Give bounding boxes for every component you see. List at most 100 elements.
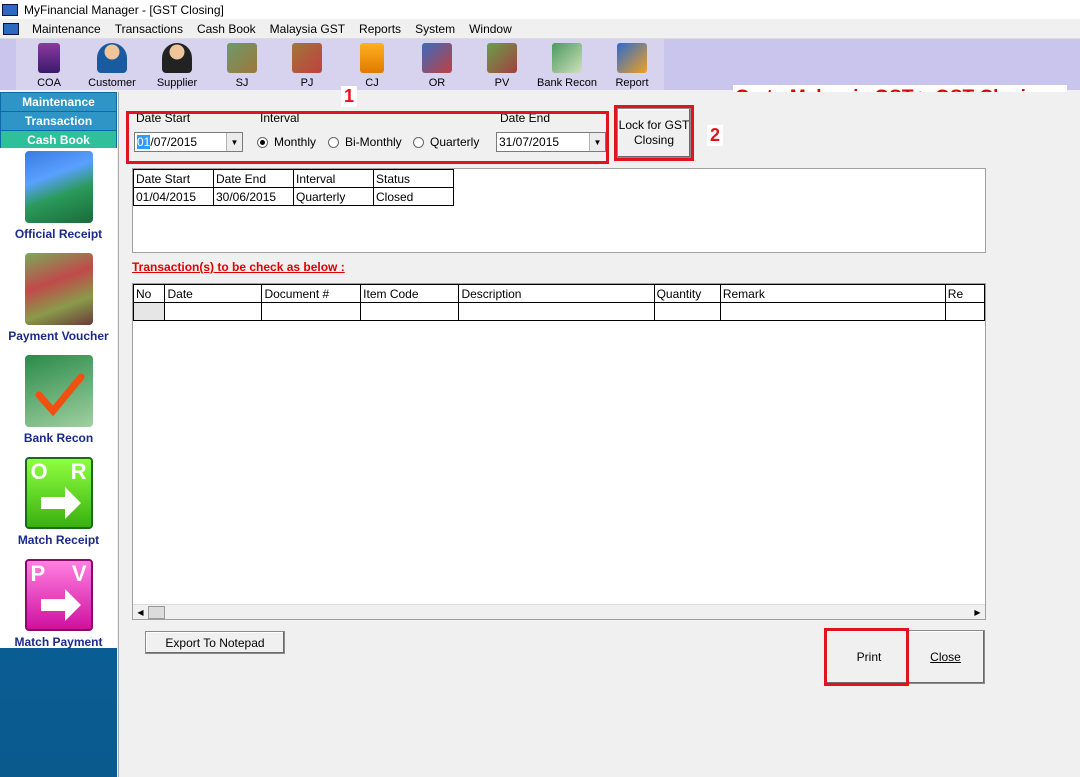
left-panel: Maintenance Transaction Cash Book Offici… [0,92,117,777]
supplier-button[interactable]: Supplier [144,41,210,89]
customer-label: Customer [88,77,136,89]
column-date[interactable]: Date [164,284,263,303]
empty-cell [944,302,985,321]
column-item-code[interactable]: Item Code [360,284,460,303]
official-receipt-icon [422,43,452,73]
scroll-right-icon[interactable]: ▶ [970,605,985,619]
menu-system[interactable]: System [408,22,462,36]
empty-cell [261,302,362,321]
menu-transactions[interactable]: Transactions [108,22,190,36]
cell-status: Closed [373,187,454,206]
date-start-value[interactable]: 01/07/2015 [135,135,226,149]
payment-voucher-item[interactable]: Payment Voucher [0,253,117,352]
tab-maintenance[interactable]: Maintenance [1,93,116,111]
sj-label: SJ [235,77,249,89]
empty-cell [653,302,721,321]
checkmark-document-icon [24,355,93,427]
closing-history-grid[interactable]: Date Start Date End Interval Status 01/0… [132,168,986,253]
report-button[interactable]: Report [599,41,665,89]
empty-cell [164,302,263,321]
menu-window[interactable]: Window [462,22,519,36]
sj-button[interactable]: SJ [209,41,275,89]
coa-button[interactable]: COA [16,41,82,89]
date-start-combo[interactable]: 01/07/2015 ▼ [134,132,243,152]
window-title: MyFinancial Manager - [GST Closing] [24,2,224,17]
interval-monthly-radio[interactable]: Monthly [257,135,316,149]
bank-recon-item[interactable]: Bank Recon [0,355,117,454]
child-window-icon[interactable] [3,22,19,35]
report-label: Report [615,77,649,89]
empty-cell [133,302,166,321]
customer-button[interactable]: Customer [79,41,145,89]
horizontal-scrollbar[interactable]: ◀ ▶ [133,604,985,619]
match-payment-item[interactable]: P V Match Payment [0,559,117,658]
table-row[interactable]: 01/04/2015 30/06/2015 Quarterly Closed [133,187,454,206]
column-date-start[interactable]: Date Start [133,169,214,188]
close-button[interactable]: Close [906,630,985,684]
column-quantity[interactable]: Quantity [653,284,721,303]
radio-unselected-icon [413,136,424,148]
gst-closing-window: Date Start 01/07/2015 ▼ Interval Monthly… [118,86,1080,777]
or-button[interactable]: OR [404,41,470,89]
pj-button[interactable]: PJ [274,41,340,89]
print-button[interactable]: Print [826,630,912,684]
menu-reports[interactable]: Reports [352,22,408,36]
export-to-notepad-button[interactable]: Export To Notepad [145,631,285,654]
pv-label: PV [494,77,510,89]
official-receipt-item[interactable]: Official Receipt [0,151,117,250]
bank-recon-icon [552,43,582,73]
interval-bimonthly-radio[interactable]: Bi-Monthly [328,135,402,149]
column-description[interactable]: Description [458,284,655,303]
menu-malaysia-gst[interactable]: Malaysia GST [263,22,352,36]
table-header-row: No Date Document # Item Code Description… [133,284,985,303]
quarterly-label: Quarterly [430,135,480,149]
match-receipt-item[interactable]: O R Match Receipt [0,457,117,556]
scroll-left-icon[interactable]: ◀ [133,605,148,619]
empty-cell [360,302,460,321]
empty-cell [719,302,946,321]
column-status[interactable]: Status [373,169,454,188]
tab-transaction[interactable]: Transaction [1,112,116,130]
pv-button[interactable]: PV [469,41,535,89]
or-arrow-icon: O R [24,457,93,529]
toolbar-buttons: COA Customer Supplier SJ PJ CJ OR PV Ban… [16,39,664,90]
date-start-label: Date Start [136,111,191,125]
cash-book-items: Official Receipt Payment Voucher Bank Re… [0,148,117,649]
scroll-thumb[interactable] [148,606,165,619]
date-end-label: Date End [500,111,551,125]
tab-cash-book[interactable]: Cash Book [1,131,116,149]
column-interval[interactable]: Interval [293,169,374,188]
coa-label: COA [37,77,61,89]
column-re[interactable]: Re [944,284,985,303]
cell-interval: Quarterly [293,187,374,206]
date-start-dropdown-icon[interactable]: ▼ [226,133,242,151]
step-2-number: 2 [707,125,724,146]
date-end-combo[interactable]: 31/07/2015 ▼ [496,132,606,152]
column-no[interactable]: No [133,284,166,303]
pj-label: PJ [300,77,314,89]
money-stack-icon [24,151,93,223]
chart-of-accounts-icon [38,43,60,73]
bank-recon-button[interactable]: Bank Recon [534,41,600,89]
radio-selected-icon [257,136,268,148]
menu-cash-book[interactable]: Cash Book [190,22,263,36]
step-1-number: 1 [341,86,358,107]
calculator-icon [360,43,384,73]
interval-quarterly-radio[interactable]: Quarterly [413,135,479,149]
transactions-grid[interactable]: No Date Document # Item Code Description… [132,283,986,620]
match-payment-label: Match Payment [14,635,103,649]
table-row[interactable] [133,302,985,321]
closing-history-table: Date Start Date End Interval Status 01/0… [133,169,454,206]
bank-recon-label: Bank Recon [23,431,94,445]
column-date-end[interactable]: Date End [213,169,294,188]
column-remark[interactable]: Remark [719,284,946,303]
date-end-value[interactable]: 31/07/2015 [497,135,589,149]
money-bundle-icon [24,253,93,325]
menu-maintenance[interactable]: Maintenance [25,22,108,36]
lock-gst-closing-button[interactable]: Lock for GST Closing [617,108,691,158]
date-end-dropdown-icon[interactable]: ▼ [589,133,605,151]
cj-button[interactable]: CJ [339,41,405,89]
column-document[interactable]: Document # [261,284,362,303]
bimonthly-label: Bi-Monthly [345,135,402,149]
monthly-label: Monthly [274,135,317,149]
